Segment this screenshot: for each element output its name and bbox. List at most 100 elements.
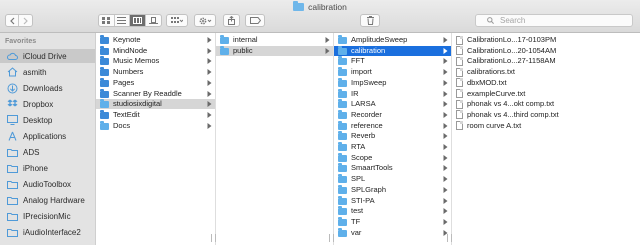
folder-item[interactable]: MindNode [96,45,215,56]
folder-item[interactable]: SPLGraph [334,184,451,195]
folder-item[interactable]: public [216,45,333,56]
folder-item[interactable]: reference [334,120,451,131]
folder-item[interactable]: Reverb [334,131,451,141]
folder-item[interactable]: SPL [334,174,451,184]
folder-item[interactable]: TextEdit [96,109,215,120]
file-item[interactable]: dbxMOD.txt [452,78,640,88]
search-input[interactable] [500,15,630,26]
folder-icon [338,77,347,87]
sidebar-item[interactable]: iTestMic [0,241,95,245]
gear-icon [199,17,211,24]
folder-item[interactable]: internal [216,35,333,45]
item-label: CalibrationLo...20-1054AM [467,45,557,55]
item-label: TF [351,216,361,226]
icon-view-icon [102,17,111,24]
item-label: SmaartTools [351,163,393,173]
file-item[interactable]: CalibrationLo...20-1054AM [452,46,640,56]
folder-item[interactable]: SmaartTools [334,163,451,173]
folder-item[interactable]: test [334,206,451,216]
folder-item[interactable]: Scope [334,152,451,163]
document-icon [456,78,463,88]
share-button[interactable] [223,14,240,27]
disclosure-triangle-icon [443,197,448,204]
app-folder-icon [100,88,109,98]
item-label: dbxMOD.txt [467,77,507,87]
column-resize-handle[interactable] [211,234,216,242]
folder-item[interactable]: LARSA [334,99,451,109]
file-item[interactable]: calibrations.txt [452,67,640,77]
disclosure-triangle-icon [443,69,448,76]
list-view-button[interactable] [115,15,131,26]
folder-icon [338,56,347,66]
group-button[interactable] [166,14,188,27]
folder-item[interactable]: var [334,227,451,238]
sidebar-item[interactable]: asmith [0,65,95,79]
folder-item[interactable]: AmplitudeSweep [334,35,451,45]
folder-item[interactable]: Scanner By Readdle [96,88,215,99]
item-label: reference [351,120,383,130]
folder-icon [7,195,18,205]
file-item[interactable]: CalibrationLo...27-1158AM [452,56,640,66]
folder-item[interactable]: Numbers [96,67,215,77]
back-button[interactable] [6,15,20,26]
tag-button[interactable] [245,14,265,27]
item-label: studiosixdigital [113,99,162,109]
folder-icon [100,120,109,130]
share-icon [228,16,235,25]
folder-item[interactable]: TF [334,216,451,227]
document-icon [456,99,463,109]
cover-flow-button[interactable] [146,15,161,26]
folder-item[interactable]: Recorder [334,109,451,120]
disclosure-triangle-icon [207,79,212,86]
sidebar-item-label: AudioToolbox [23,179,72,189]
sidebar-item[interactable]: Dropbox [0,97,95,111]
column-resize-handle[interactable] [329,234,334,242]
folder-item[interactable]: studiosixdigital [96,99,215,110]
disclosure-triangle-icon [443,111,448,118]
trash-button[interactable] [360,14,380,27]
folder-item[interactable]: ImpSweep [334,77,451,88]
folder-item[interactable]: Pages [96,77,215,88]
list-view-icon [117,17,127,24]
sidebar-item[interactable]: IPrecisionMic [0,209,95,223]
folder-item[interactable]: IR [334,88,451,99]
folder-icon [338,206,347,216]
column-view-button[interactable] [130,15,146,26]
sidebar-item[interactable]: iPhone [0,161,95,175]
sidebar-item[interactable]: Analog Hardware [0,193,95,207]
item-label: Scope [351,152,373,162]
forward-button[interactable] [19,15,32,26]
folder-item[interactable]: FFT [334,56,451,66]
sidebar-item[interactable]: ADS [0,145,95,159]
disclosure-triangle-icon [207,90,212,97]
sidebar-item[interactable]: iCloud Drive [0,49,95,63]
file-item[interactable]: phonak vs 4...okt comp.txt [452,99,640,109]
item-label: SPL [351,174,366,184]
folder-item[interactable]: import [334,67,451,77]
search-field[interactable] [475,14,633,27]
folder-item[interactable]: Music Memos [96,56,215,66]
icon-view-button[interactable] [99,15,115,26]
file-item[interactable]: phonak vs 4...third comp.txt [452,110,640,120]
sidebar-item[interactable]: Applications [0,129,95,143]
sidebar-item[interactable]: AudioToolbox [0,177,95,191]
file-item[interactable]: room curve A.txt [452,121,640,131]
column-resize-handle[interactable] [447,234,452,242]
action-button[interactable] [194,14,216,27]
column-3: AmplitudeSweep calibration FFT import ImpSwe… [334,33,452,245]
folder-icon [293,1,305,11]
window-title: calibration [0,1,640,12]
folder-item[interactable]: Keynote [96,35,215,45]
sidebar-item[interactable]: Desktop [0,113,95,127]
folder-icon [7,147,18,157]
sidebar-item[interactable]: Downloads [0,81,95,95]
folder-icon [338,216,347,226]
folder-item[interactable]: STI-PA [334,195,451,206]
folder-item[interactable]: calibration [334,45,451,56]
sidebar-item[interactable]: iAudioInterface2 [0,225,95,239]
file-item[interactable]: CalibrationLo...17-0103PM [452,35,640,45]
file-item[interactable]: exampleCurve.txt [452,89,640,99]
folder-icon [338,88,347,98]
folder-item[interactable]: Docs [96,120,215,131]
folder-item[interactable]: RTA [334,142,451,152]
